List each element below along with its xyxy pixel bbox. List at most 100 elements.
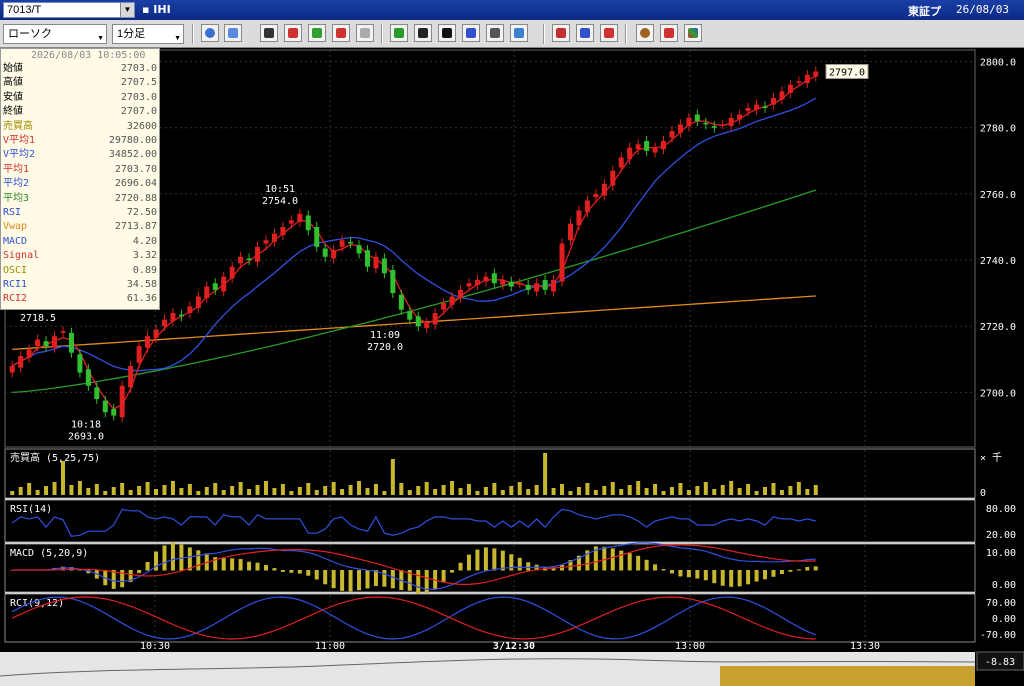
macd-histogram-bar xyxy=(314,570,319,580)
price-tick-label: 2720.0 xyxy=(980,322,1016,333)
search-chart-icon[interactable] xyxy=(284,24,302,42)
macd-histogram-bar xyxy=(483,547,488,571)
volume-bar xyxy=(500,490,505,495)
price-axis: 2800.0 2780.0 2760.0 2740.0 2720.0 2700.0 2797… xyxy=(825,58,1016,399)
volume-bar xyxy=(35,490,40,495)
volume-bar xyxy=(416,486,421,495)
panel-tick-label: 0.00 xyxy=(992,614,1016,625)
info-timestamp: 2026/08/03 10:05:00 xyxy=(31,50,146,61)
chart-type-select[interactable]: ローソク ▼ xyxy=(3,24,107,44)
rci-panel-border xyxy=(4,593,976,643)
chevron-down-icon[interactable]: ▼ xyxy=(120,3,134,17)
annotation-price: 2754.0 xyxy=(262,196,298,207)
price-tick-label: 2760.0 xyxy=(980,190,1016,201)
volume-bar xyxy=(703,482,708,495)
macd-histogram-bar xyxy=(712,570,717,584)
candle xyxy=(720,124,726,126)
volume-bar xyxy=(813,485,818,495)
candle xyxy=(796,81,802,83)
candle xyxy=(322,248,328,257)
info-value: 2707.0 xyxy=(120,106,157,118)
candle xyxy=(474,279,480,285)
volume-bar xyxy=(111,487,116,495)
chevron-down-icon[interactable]: ▼ xyxy=(97,30,104,48)
candle xyxy=(178,314,184,317)
macd-histogram-bar xyxy=(230,558,235,571)
macd-histogram-bar xyxy=(458,562,463,571)
pen-icon[interactable] xyxy=(660,24,678,42)
volume-bar xyxy=(509,486,514,495)
info-row: V平均2 34852.00 xyxy=(3,149,157,161)
market-label: 東証プ xyxy=(908,5,941,18)
info-value: 34.58 xyxy=(126,279,157,290)
annotation-time: 10:51 xyxy=(265,184,295,195)
settings-gear-icon[interactable] xyxy=(636,24,654,42)
bar-chart-icon[interactable] xyxy=(308,24,326,42)
macd-histogram-bar xyxy=(450,570,455,573)
candle xyxy=(584,200,590,213)
chart-type-value: ローソク xyxy=(8,28,52,40)
chevron-down-icon[interactable]: ▼ xyxy=(174,30,181,48)
macd-histogram-bar xyxy=(492,548,497,571)
macd-histogram-bar xyxy=(289,570,294,573)
candle xyxy=(770,97,776,105)
macd-histogram-bar xyxy=(196,550,201,571)
macd-histogram-bar xyxy=(636,555,641,571)
macd-histogram-bar xyxy=(703,570,708,581)
volume-bar xyxy=(576,487,581,495)
window-icon[interactable] xyxy=(224,24,242,42)
volume-bar xyxy=(128,490,133,495)
candle xyxy=(85,369,91,386)
candle xyxy=(111,408,117,416)
volume-bar xyxy=(534,485,539,495)
volume-bar xyxy=(340,489,345,495)
info-value: 3.32 xyxy=(132,250,157,262)
volume-bar xyxy=(627,485,632,495)
info-value: 2720.88 xyxy=(114,192,157,204)
volume-bar xyxy=(610,482,615,495)
volume-bar xyxy=(86,488,91,495)
macd-histogram-bar xyxy=(466,554,471,571)
macd-histogram-bar xyxy=(145,562,150,571)
volume-bar xyxy=(771,483,776,495)
candle xyxy=(271,233,277,242)
candle xyxy=(711,126,717,128)
volume-bar xyxy=(433,489,438,495)
undo-icon[interactable] xyxy=(462,24,480,42)
volume-bar xyxy=(720,485,725,495)
trendline-icon[interactable] xyxy=(414,24,432,42)
trash-icon[interactable] xyxy=(510,24,528,42)
title-bar: 7013/T ▼ ▪ IHI 東証プ 26/08/03 xyxy=(0,0,1024,20)
pointer-icon[interactable] xyxy=(438,24,456,42)
info-label: 平均2 xyxy=(3,178,30,190)
scroll-thumb[interactable] xyxy=(720,666,975,686)
all-range-icon[interactable] xyxy=(600,24,618,42)
scale-x-icon[interactable] xyxy=(552,24,570,42)
volume-bar xyxy=(796,482,801,495)
volume-bar xyxy=(103,491,108,495)
zoom-icon[interactable] xyxy=(201,24,219,42)
draw-line-icon[interactable] xyxy=(390,24,408,42)
volume-bar xyxy=(314,490,319,495)
volume-bar xyxy=(526,489,531,495)
info-row: RCI1 34.58 xyxy=(3,279,157,291)
scale-y-icon[interactable] xyxy=(576,24,594,42)
macd-histogram-bar xyxy=(602,546,607,571)
symbol-input[interactable]: 7013/T ▼ xyxy=(3,2,135,18)
candle xyxy=(508,281,514,287)
copy-icon[interactable] xyxy=(486,24,504,42)
symbol-value: 7013/T xyxy=(7,4,42,16)
download-icon[interactable] xyxy=(260,24,278,42)
candle xyxy=(559,243,565,282)
candle xyxy=(483,276,489,282)
info-label: Signal xyxy=(3,250,40,262)
color-palette-icon[interactable] xyxy=(684,24,702,42)
volume-bar xyxy=(196,491,201,495)
interval-select[interactable]: 1分足 ▼ xyxy=(112,24,184,44)
macd-histogram-bar xyxy=(678,570,683,577)
info-value: 32600 xyxy=(126,120,157,132)
volume-bar xyxy=(18,487,23,495)
macd-histogram-bar xyxy=(238,559,243,571)
candle-chart-icon[interactable] xyxy=(332,24,350,42)
panel-label: RSI(14) xyxy=(10,504,52,515)
